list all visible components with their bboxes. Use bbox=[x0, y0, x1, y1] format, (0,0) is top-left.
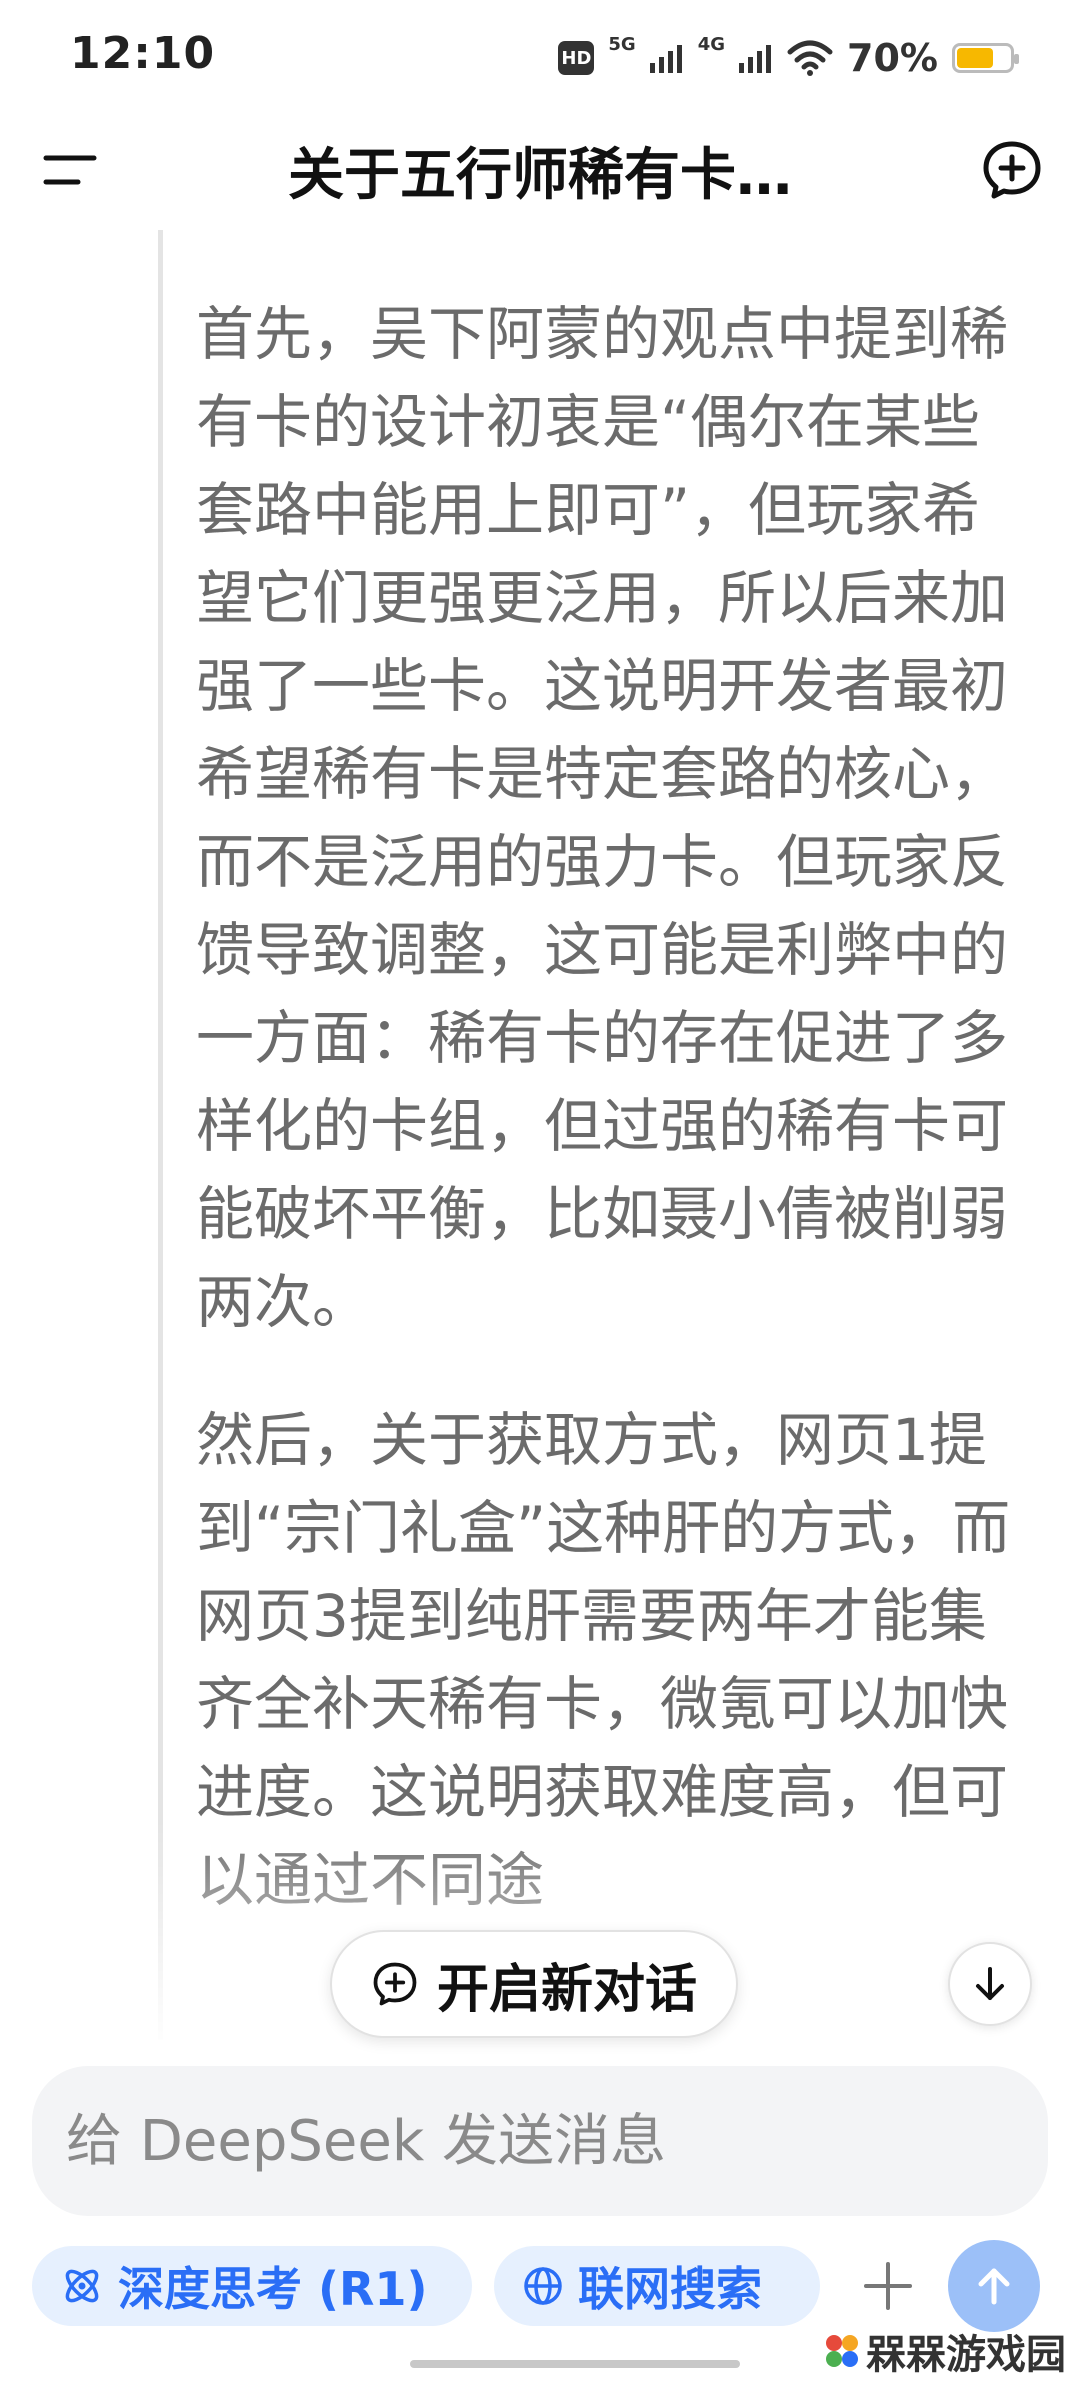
menu-icon[interactable] bbox=[42, 150, 98, 190]
arrow-down-icon bbox=[976, 1967, 1004, 2000]
battery-percent: 70% bbox=[847, 36, 938, 80]
home-indicator[interactable] bbox=[410, 2360, 740, 2368]
plus-icon[interactable] bbox=[862, 2260, 914, 2312]
watermark-text: 槑槑游戏园 bbox=[866, 2332, 1066, 2378]
atom-icon bbox=[65, 2269, 99, 2303]
sim1-network-label: 5G bbox=[608, 34, 636, 55]
signal-icon bbox=[649, 45, 682, 73]
chat-plus-icon bbox=[373, 1962, 417, 2006]
globe-icon bbox=[524, 2267, 562, 2305]
chat-content: 首先，吴下阿蒙的观点中提到稀有卡的设计初衷是“偶尔在某些套路中能用上即可”，但玩… bbox=[0, 230, 1080, 2040]
watermark-logo-icon bbox=[826, 2335, 858, 2367]
new-conversation-button[interactable]: 开启新对话 bbox=[330, 1930, 738, 2038]
thinking-quote-bar bbox=[158, 230, 163, 2040]
thinking-paragraph: 首先，吴下阿蒙的观点中提到稀有卡的设计初衷是“偶尔在某些套路中能用上即可”，但玩… bbox=[196, 300, 1009, 1336]
app-header: 关于五行师稀有卡… bbox=[0, 110, 1080, 230]
hd-badge: HD bbox=[558, 41, 595, 75]
web-search-label: 联网搜索 bbox=[578, 2262, 762, 2316]
sim2-network-label: 4G bbox=[697, 34, 726, 55]
scroll-to-bottom-button[interactable] bbox=[948, 1942, 1032, 2026]
thinking-block: 首先，吴下阿蒙的观点中提到稀有卡的设计初衷是“偶尔在某些套路中能用上即可”，但玩… bbox=[196, 290, 1036, 1974]
page-title: 关于五行师稀有卡… bbox=[288, 143, 792, 208]
status-icons: HD 5G 4G 70% bbox=[558, 30, 1019, 86]
signal-icon bbox=[739, 45, 772, 73]
chat-plus-icon[interactable] bbox=[980, 138, 1044, 202]
web-search-toggle[interactable]: 联网搜索 bbox=[494, 2246, 820, 2326]
status-time: 12:10 bbox=[70, 28, 216, 79]
status-bar: 12:10 HD 5G 4G 70% bbox=[0, 0, 1080, 110]
battery-level bbox=[957, 48, 993, 68]
new-conversation-label: 开启新对话 bbox=[436, 1959, 697, 2020]
send-button[interactable] bbox=[948, 2240, 1040, 2332]
message-input[interactable] bbox=[32, 2066, 1048, 2216]
watermark: 槑槑游戏园 bbox=[822, 2322, 1066, 2380]
battery-icon bbox=[952, 43, 1019, 73]
deep-think-toggle[interactable]: 深度思考 (R1) bbox=[32, 2246, 472, 2326]
wifi-icon bbox=[787, 40, 833, 76]
arrow-up-icon bbox=[978, 2268, 1010, 2305]
deep-think-label: 深度思考 (R1) bbox=[118, 2262, 428, 2316]
